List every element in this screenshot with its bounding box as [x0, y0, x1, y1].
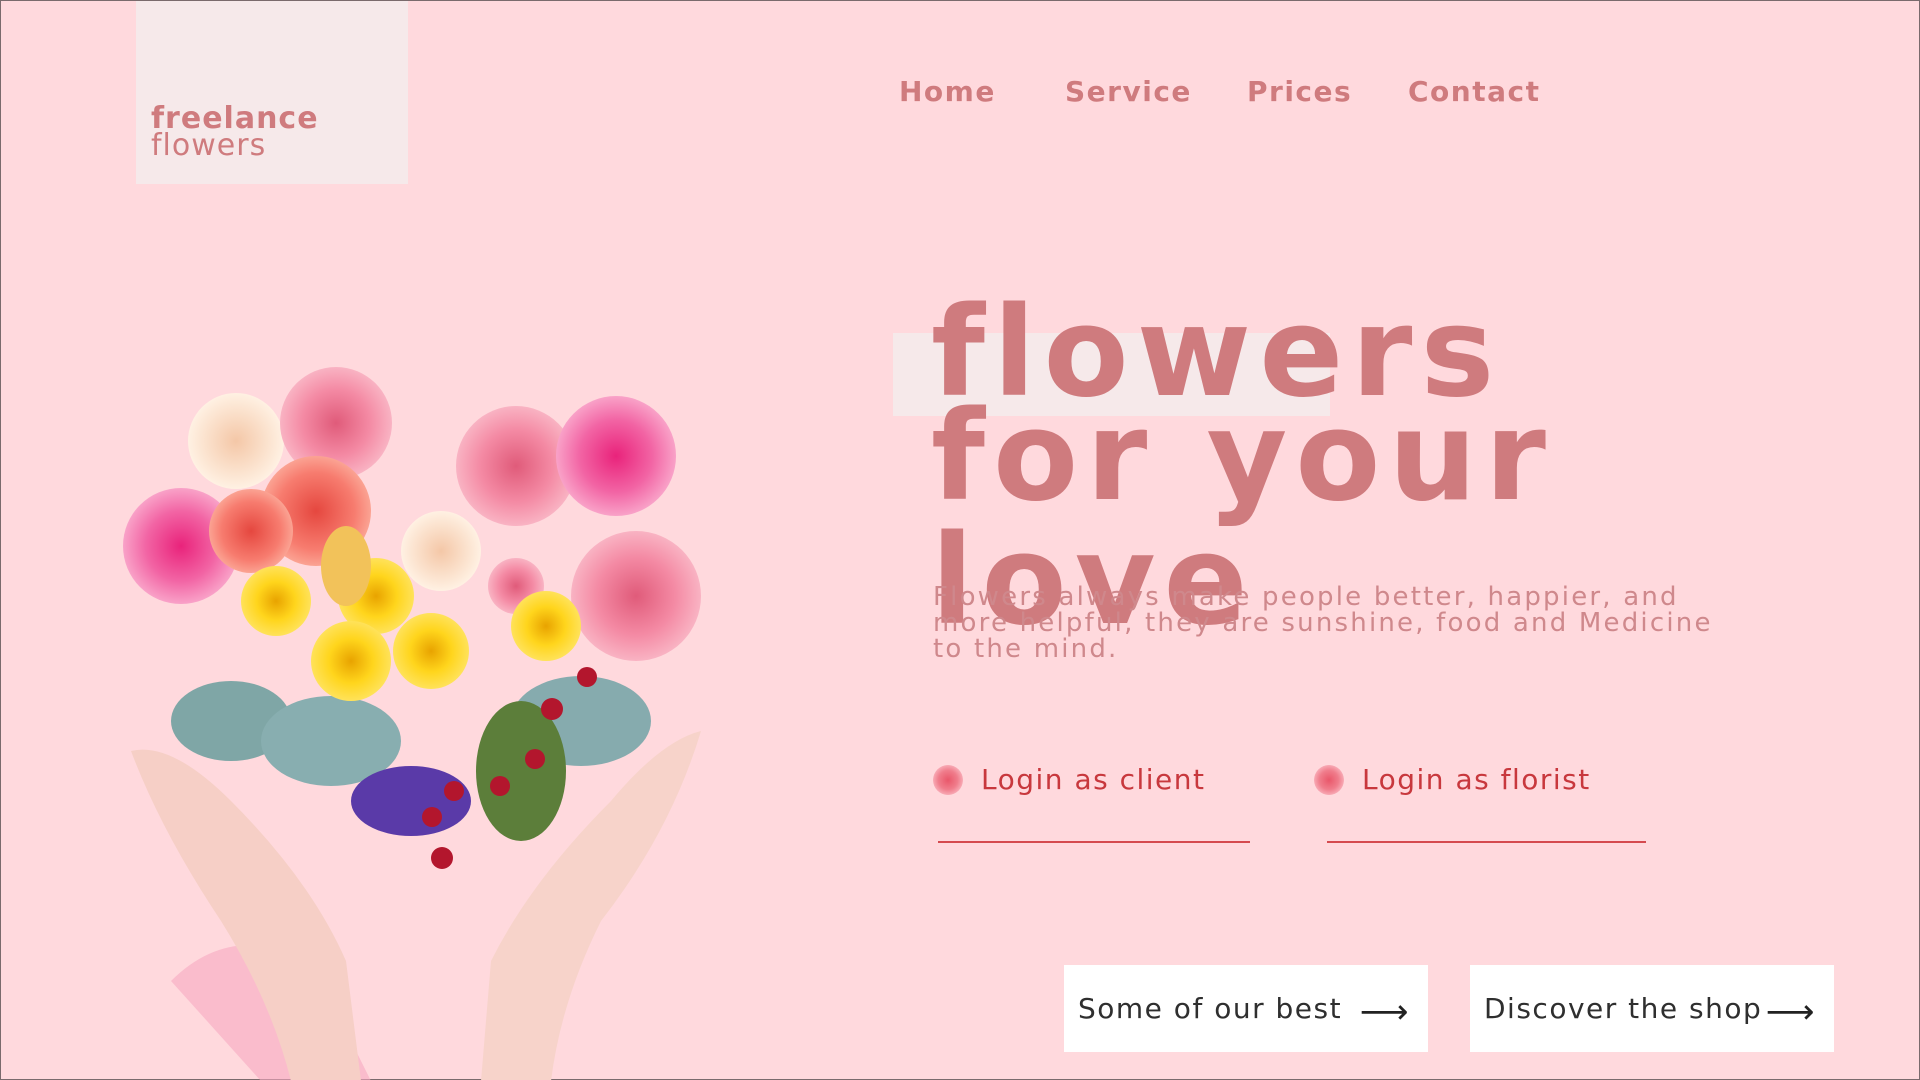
- flower-bullet-icon: [933, 764, 963, 795]
- login-florist-underline: [1327, 841, 1646, 843]
- login-florist-label: Login as florist: [1362, 763, 1591, 796]
- description-line-1: Flowers always make people better, happi…: [933, 582, 1679, 612]
- nav-home[interactable]: Home: [899, 75, 996, 108]
- discover-shop-label: Discover the shop: [1484, 992, 1763, 1025]
- description-line-3: to the mind.: [933, 634, 1119, 664]
- flower-heart-bouquet-image: [123, 367, 701, 1080]
- some-of-our-best-button[interactable]: Some of our best ⟶: [1064, 965, 1428, 1052]
- hero-description: Flowers always make people better, happi…: [933, 584, 1753, 662]
- login-client-link[interactable]: Login as client: [933, 763, 1206, 796]
- arrow-right-icon: ⟶: [1359, 992, 1410, 1032]
- discover-shop-button[interactable]: Discover the shop ⟶: [1470, 965, 1834, 1052]
- login-florist-link[interactable]: Login as florist: [1314, 763, 1591, 796]
- nav-prices[interactable]: Prices: [1247, 75, 1352, 108]
- nav-service[interactable]: Service: [1065, 75, 1192, 108]
- arrow-right-icon: ⟶: [1765, 992, 1816, 1032]
- landing-page: freelance flowers Home Service Prices Co…: [0, 0, 1920, 1080]
- nav-contact[interactable]: Contact: [1408, 75, 1540, 108]
- some-of-our-best-label: Some of our best: [1078, 992, 1343, 1025]
- logo-line-2: flowers: [151, 128, 267, 163]
- login-client-underline: [938, 841, 1250, 843]
- main-nav: Home Service Prices Contact: [1, 75, 1920, 115]
- flower-bullet-icon: [1314, 764, 1344, 795]
- description-line-2: more helpful, they are sunshine, food an…: [933, 608, 1713, 638]
- login-client-label: Login as client: [981, 763, 1206, 796]
